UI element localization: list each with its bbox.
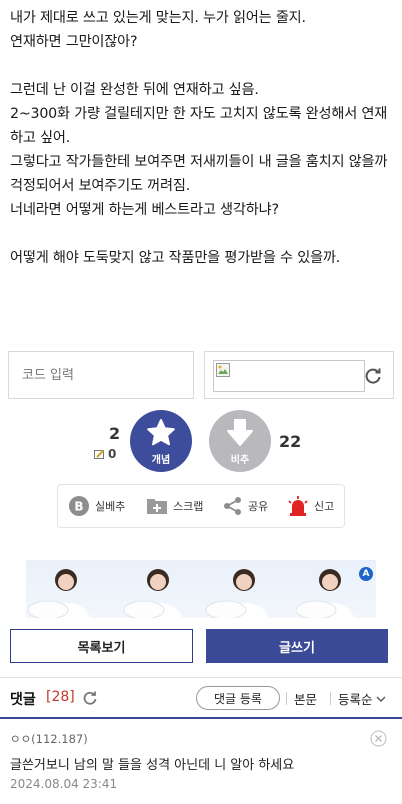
- share-button[interactable]: 공유: [223, 485, 268, 527]
- upvote-button[interactable]: 개념: [130, 410, 192, 472]
- comment-header-underline: [0, 717, 402, 719]
- scrap-icon: [147, 499, 167, 514]
- ad-banner[interactable]: A: [26, 560, 376, 618]
- post-line: 연재하면 그만이잖아?: [10, 34, 138, 50]
- upvote-count: 2: [109, 424, 121, 443]
- post-body: 내가 제대로 쓰고 있는게 맞는지. 누가 읽어는 줄지. 연재하면 그만이잖아…: [10, 6, 396, 270]
- share-icon: [224, 497, 241, 515]
- close-icon[interactable]: [370, 730, 387, 747]
- action-label: 실베추: [95, 500, 126, 513]
- captcha-row: [8, 351, 394, 399]
- comment-count: [28]: [46, 689, 75, 705]
- comment-header: 댓글 [28] 댓글 등록 본문 등록순: [10, 686, 396, 712]
- separator: [330, 692, 331, 705]
- comment-register-button[interactable]: 댓글 등록: [196, 686, 280, 710]
- refresh-icon[interactable]: [363, 366, 383, 386]
- ad-figure: [27, 569, 90, 618]
- comment-text: 글쓴거보니 남의 말 들을 성격 아닌데 니 알아 하세요: [10, 758, 295, 773]
- comment-title: 댓글: [10, 692, 36, 708]
- sort-label: 등록순: [338, 692, 373, 707]
- captcha-image: [213, 360, 365, 392]
- post-line: 내가 제대로 쓰고 있는게 맞는지. 누가 읽어는 줄지.: [10, 10, 306, 26]
- downvote-label: 비추: [230, 455, 250, 466]
- upvote-label: 개념: [151, 455, 171, 466]
- svg-text:B: B: [74, 500, 83, 514]
- downvote-count: 22: [279, 432, 302, 451]
- upvote-sub-count: 0: [108, 447, 117, 461]
- view-post-link[interactable]: 본문: [294, 689, 317, 708]
- ad-figure: [295, 569, 354, 618]
- list-button[interactable]: 목록보기: [10, 629, 193, 663]
- captcha-box: [204, 351, 394, 399]
- sort-select[interactable]: 등록순: [338, 689, 386, 708]
- separator: [286, 692, 287, 705]
- write-button[interactable]: 글쓰기: [206, 629, 388, 663]
- ad-figure: [205, 569, 268, 618]
- comment-date: 2024.08.04 23:41: [10, 777, 118, 791]
- arrow-down-icon: [227, 419, 253, 446]
- post-line: 어떻게 해야 도둑맞지 않고 작품만을 평가받을 수 있을까.: [10, 250, 341, 266]
- upvote-sub: 0: [94, 447, 116, 461]
- recommend-best-button[interactable]: B 실베추: [68, 485, 125, 527]
- action-bar: B 실베추 스크랩 공유 신고: [57, 484, 345, 528]
- siren-icon: [288, 496, 308, 516]
- post-line: 그렇다고 작가들한테 보여주면 저새끼들이 내 글을 훔치지 않을까 걱정되어서…: [10, 154, 388, 194]
- broken-image-icon: [216, 363, 230, 377]
- post-line: 너네라면 어떻게 하는게 베스트라고 생각하냐?: [10, 202, 279, 218]
- star-icon: [147, 419, 175, 446]
- ad-figure: [123, 569, 182, 618]
- code-input[interactable]: [8, 351, 194, 399]
- post-line: 2~300화 가량 걸릴테지만 한 자도 고치지 않도록 완성해서 연재하고 싶…: [10, 106, 388, 146]
- post-line: 그런데 난 이걸 완성한 뒤에 연재하고 싶음.: [10, 82, 259, 98]
- chevron-down-icon: [376, 696, 386, 702]
- comment-item: ㅇㅇ(112.187) 글쓴거보니 남의 말 들을 성격 아닌데 니 알아 하세…: [0, 722, 402, 804]
- action-label: 공유: [248, 500, 269, 513]
- ad-badge: A: [359, 567, 373, 581]
- vote-area: 2 0 개념 비추 22: [0, 410, 402, 472]
- scrap-button[interactable]: 스크랩: [146, 485, 203, 527]
- comment-refresh-icon[interactable]: [82, 690, 98, 706]
- action-label: 신고: [314, 500, 335, 513]
- report-button[interactable]: 신고: [287, 485, 334, 527]
- divider: [0, 677, 402, 678]
- comment-author: ㅇㅇ(112.187): [10, 732, 88, 746]
- downvote-button[interactable]: 비추: [209, 410, 271, 472]
- fixed-vote-icon: [94, 449, 105, 459]
- action-label: 스크랩: [173, 500, 204, 513]
- b-badge-icon: B: [69, 496, 89, 516]
